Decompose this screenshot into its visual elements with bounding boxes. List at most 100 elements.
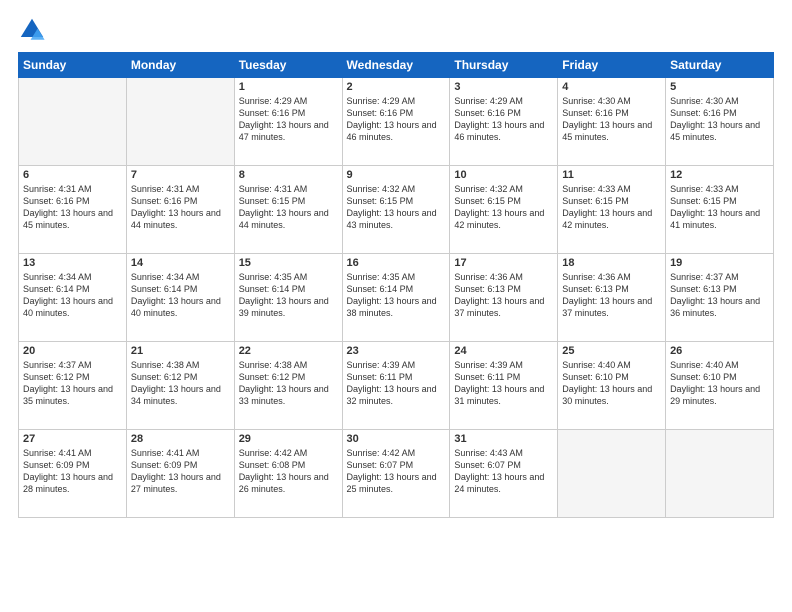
- calendar-cell: 23Sunrise: 4:39 AM Sunset: 6:11 PM Dayli…: [342, 342, 450, 430]
- day-info: Sunrise: 4:39 AM Sunset: 6:11 PM Dayligh…: [347, 359, 446, 408]
- week-row-1: 1Sunrise: 4:29 AM Sunset: 6:16 PM Daylig…: [19, 78, 774, 166]
- day-number: 29: [239, 433, 338, 445]
- calendar-cell: [126, 78, 234, 166]
- calendar-cell: 22 Sunrise: 4:38 AM Sunset: 6:12 PM Dayli…: [234, 342, 342, 430]
- day-number: 15: [239, 257, 338, 269]
- day-number: 2: [347, 81, 446, 93]
- calendar-table: SundayMondayTuesdayWednesdayThursdayFrid…: [18, 52, 774, 518]
- day-info: Sunrise: 4:42 AM Sunset: 6:08 PM Dayligh…: [239, 447, 338, 496]
- day-number: 12: [670, 169, 769, 181]
- day-info: Sunrise: 4:36 AM Sunset: 6:13 PM Dayligh…: [562, 271, 661, 320]
- week-row-4: 20 Sunrise: 4:37 AM Sunset: 6:12 PM Dayli…: [19, 342, 774, 430]
- calendar-cell: 14 Sunrise: 4:34 AM Sunset: 6:14 PM Dayli…: [126, 254, 234, 342]
- day-info: Sunrise: 4:36 AM Sunset: 6:13 PM Dayligh…: [454, 271, 553, 320]
- day-number: 11: [562, 169, 661, 181]
- day-number: 20: [23, 345, 122, 357]
- calendar-cell: [666, 430, 774, 518]
- calendar-cell: 18 Sunrise: 4:36 AM Sunset: 6:13 PM Dayli…: [558, 254, 666, 342]
- weekday-header-friday: Friday: [558, 53, 666, 78]
- day-info: Sunrise: 4:34 AM Sunset: 6:14 PM Dayligh…: [131, 271, 230, 320]
- day-info: Sunrise: 4:31 AM Sunset: 6:16 PM Dayligh…: [23, 183, 122, 232]
- day-info: Sunrise: 4:33 AM Sunset: 6:15 PM Dayligh…: [670, 183, 769, 232]
- weekday-header-row: SundayMondayTuesdayWednesdayThursdayFrid…: [19, 53, 774, 78]
- day-info: Sunrise: 4:33 AM Sunset: 6:15 PM Dayligh…: [562, 183, 661, 232]
- calendar-cell: 1Sunrise: 4:29 AM Sunset: 6:16 PM Daylig…: [234, 78, 342, 166]
- day-number: 21: [131, 345, 230, 357]
- weekday-header-monday: Monday: [126, 53, 234, 78]
- day-info: Sunrise: 4:30 AM Sunset: 6:16 PM Dayligh…: [670, 95, 769, 144]
- day-info: Sunrise: 4:32 AM Sunset: 6:15 PM Dayligh…: [454, 183, 553, 232]
- calendar-cell: 21 Sunrise: 4:38 AM Sunset: 6:12 PM Dayli…: [126, 342, 234, 430]
- day-number: 7: [131, 169, 230, 181]
- day-number: 9: [347, 169, 446, 181]
- calendar-cell: 10 Sunrise: 4:32 AM Sunset: 6:15 PM Dayli…: [450, 166, 558, 254]
- day-info: Sunrise: 4:41 AM Sunset: 6:09 PM Dayligh…: [23, 447, 122, 496]
- day-info: Sunrise: 4:35 AM Sunset: 6:14 PM Dayligh…: [239, 271, 338, 320]
- calendar-cell: 6 Sunrise: 4:31 AM Sunset: 6:16 PM Daylig…: [19, 166, 127, 254]
- calendar-cell: 27Sunrise: 4:41 AM Sunset: 6:09 PM Dayli…: [19, 430, 127, 518]
- day-number: 24: [454, 345, 553, 357]
- weekday-header-tuesday: Tuesday: [234, 53, 342, 78]
- weekday-header-wednesday: Wednesday: [342, 53, 450, 78]
- logo: [18, 16, 48, 44]
- day-number: 6: [23, 169, 122, 181]
- weekday-header-sunday: Sunday: [19, 53, 127, 78]
- calendar-cell: 4 Sunrise: 4:30 AM Sunset: 6:16 PM Daylig…: [558, 78, 666, 166]
- calendar-cell: 17 Sunrise: 4:36 AM Sunset: 6:13 PM Dayli…: [450, 254, 558, 342]
- day-number: 18: [562, 257, 661, 269]
- day-number: 14: [131, 257, 230, 269]
- day-number: 30: [347, 433, 446, 445]
- day-number: 25: [562, 345, 661, 357]
- day-info: Sunrise: 4:34 AM Sunset: 6:14 PM Dayligh…: [23, 271, 122, 320]
- day-info: Sunrise: 4:29 AM Sunset: 6:16 PM Dayligh…: [347, 95, 446, 144]
- day-info: Sunrise: 4:29 AM Sunset: 6:16 PM Dayligh…: [239, 95, 338, 144]
- calendar-cell: 11 Sunrise: 4:33 AM Sunset: 6:15 PM Dayli…: [558, 166, 666, 254]
- calendar-cell: 31 Sunrise: 4:43 AM Sunset: 6:07 PM Dayli…: [450, 430, 558, 518]
- day-info: Sunrise: 4:39 AM Sunset: 6:11 PM Dayligh…: [454, 359, 553, 408]
- calendar-cell: 12 Sunrise: 4:33 AM Sunset: 6:15 PM Dayli…: [666, 166, 774, 254]
- calendar-cell: 19 Sunrise: 4:37 AM Sunset: 6:13 PM Dayli…: [666, 254, 774, 342]
- day-info: Sunrise: 4:38 AM Sunset: 6:12 PM Dayligh…: [239, 359, 338, 408]
- day-number: 10: [454, 169, 553, 181]
- day-number: 16: [347, 257, 446, 269]
- day-info: Sunrise: 4:29 AM Sunset: 6:16 PM Dayligh…: [454, 95, 553, 144]
- weekday-header-thursday: Thursday: [450, 53, 558, 78]
- weekday-header-saturday: Saturday: [666, 53, 774, 78]
- calendar-cell: [558, 430, 666, 518]
- calendar-cell: 29 Sunrise: 4:42 AM Sunset: 6:08 PM Dayli…: [234, 430, 342, 518]
- day-info: Sunrise: 4:38 AM Sunset: 6:12 PM Dayligh…: [131, 359, 230, 408]
- calendar-cell: 24 Sunrise: 4:39 AM Sunset: 6:11 PM Dayli…: [450, 342, 558, 430]
- page: SundayMondayTuesdayWednesdayThursdayFrid…: [0, 0, 792, 612]
- day-number: 19: [670, 257, 769, 269]
- day-info: Sunrise: 4:43 AM Sunset: 6:07 PM Dayligh…: [454, 447, 553, 496]
- day-number: 22: [239, 345, 338, 357]
- calendar-cell: 25Sunrise: 4:40 AM Sunset: 6:10 PM Dayli…: [558, 342, 666, 430]
- day-number: 5: [670, 81, 769, 93]
- day-number: 3: [454, 81, 553, 93]
- day-info: Sunrise: 4:30 AM Sunset: 6:16 PM Dayligh…: [562, 95, 661, 144]
- calendar-cell: 8Sunrise: 4:31 AM Sunset: 6:15 PM Daylig…: [234, 166, 342, 254]
- day-info: Sunrise: 4:32 AM Sunset: 6:15 PM Dayligh…: [347, 183, 446, 232]
- day-info: Sunrise: 4:31 AM Sunset: 6:16 PM Dayligh…: [131, 183, 230, 232]
- week-row-5: 27Sunrise: 4:41 AM Sunset: 6:09 PM Dayli…: [19, 430, 774, 518]
- calendar-cell: 28Sunrise: 4:41 AM Sunset: 6:09 PM Dayli…: [126, 430, 234, 518]
- day-number: 31: [454, 433, 553, 445]
- day-info: Sunrise: 4:37 AM Sunset: 6:13 PM Dayligh…: [670, 271, 769, 320]
- week-row-3: 13 Sunrise: 4:34 AM Sunset: 6:14 PM Dayli…: [19, 254, 774, 342]
- day-number: 17: [454, 257, 553, 269]
- week-row-2: 6 Sunrise: 4:31 AM Sunset: 6:16 PM Daylig…: [19, 166, 774, 254]
- calendar-cell: 15 Sunrise: 4:35 AM Sunset: 6:14 PM Dayli…: [234, 254, 342, 342]
- calendar-cell: [19, 78, 127, 166]
- day-info: Sunrise: 4:42 AM Sunset: 6:07 PM Dayligh…: [347, 447, 446, 496]
- logo-icon: [18, 16, 46, 44]
- calendar-cell: 20 Sunrise: 4:37 AM Sunset: 6:12 PM Dayli…: [19, 342, 127, 430]
- day-number: 13: [23, 257, 122, 269]
- day-info: Sunrise: 4:41 AM Sunset: 6:09 PM Dayligh…: [131, 447, 230, 496]
- calendar-cell: 7 Sunrise: 4:31 AM Sunset: 6:16 PM Daylig…: [126, 166, 234, 254]
- calendar-cell: 13 Sunrise: 4:34 AM Sunset: 6:14 PM Dayli…: [19, 254, 127, 342]
- header: [18, 16, 774, 44]
- day-number: 4: [562, 81, 661, 93]
- day-info: Sunrise: 4:31 AM Sunset: 6:15 PM Dayligh…: [239, 183, 338, 232]
- calendar-cell: 5 Sunrise: 4:30 AM Sunset: 6:16 PM Daylig…: [666, 78, 774, 166]
- day-info: Sunrise: 4:37 AM Sunset: 6:12 PM Dayligh…: [23, 359, 122, 408]
